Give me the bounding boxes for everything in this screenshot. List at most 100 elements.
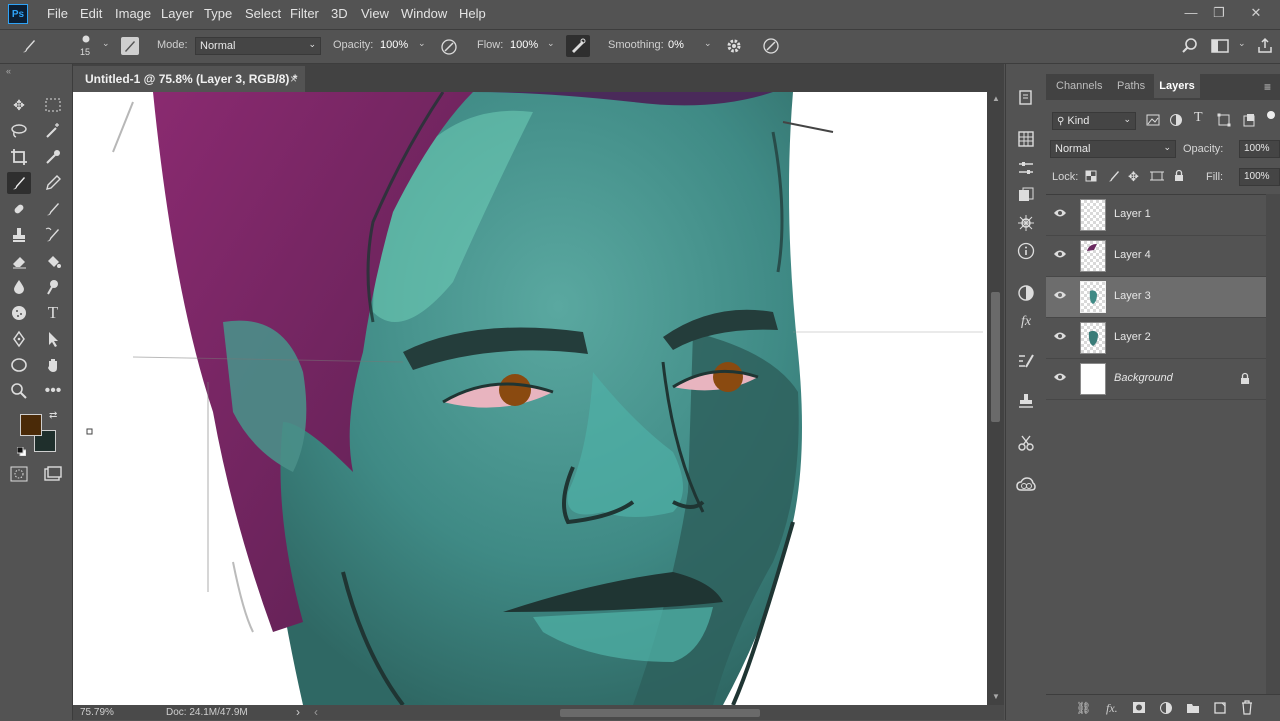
- flow-value[interactable]: 100%: [510, 39, 538, 51]
- filter-type-icon[interactable]: T: [1194, 110, 1203, 126]
- document-tab[interactable]: Untitled-1 @ 75.8% (Layer 3, RGB/8) * ×: [73, 66, 305, 92]
- zoom-tool-icon[interactable]: [7, 380, 31, 402]
- link-layers-icon[interactable]: ⛓: [1076, 701, 1091, 715]
- zoom-level[interactable]: 75.79%: [80, 707, 114, 718]
- chevron-down-icon[interactable]: ⌄: [704, 38, 712, 49]
- opacity-value[interactable]: 100%: [380, 39, 408, 51]
- menu-file[interactable]: File: [47, 6, 68, 21]
- brush-settings-icon[interactable]: [1016, 352, 1036, 372]
- visibility-eye-icon[interactable]: [1052, 371, 1068, 385]
- eyedropper-tool-icon[interactable]: [41, 146, 65, 168]
- horizontal-scrollbar-thumb[interactable]: [560, 709, 760, 717]
- lock-transparent-icon[interactable]: [1085, 170, 1097, 182]
- status-menu-icon[interactable]: ›: [296, 705, 300, 719]
- history-brush-tool-icon[interactable]: [41, 224, 65, 246]
- grid-icon[interactable]: [1016, 130, 1036, 150]
- close-window-button[interactable]: ✕: [1241, 2, 1271, 24]
- history-icon[interactable]: [1016, 88, 1036, 108]
- paint-bucket-tool-icon[interactable]: [41, 250, 65, 272]
- tab-paths[interactable]: Paths: [1117, 74, 1145, 98]
- brush-settings-panel-icon[interactable]: [121, 37, 139, 55]
- more-tools-icon[interactable]: •••: [41, 380, 65, 402]
- filter-toggle-icon[interactable]: [1267, 111, 1275, 119]
- minimize-button[interactable]: —: [1176, 2, 1206, 24]
- pressure-opacity-icon[interactable]: [440, 38, 458, 60]
- healing-brush-tool-icon[interactable]: [7, 198, 31, 220]
- lock-all-icon[interactable]: [1173, 169, 1185, 182]
- layer-row-layer-1[interactable]: Layer 1: [1046, 195, 1266, 236]
- move-tool-icon[interactable]: ✥: [7, 94, 31, 116]
- tool-presets-icon[interactable]: [1016, 434, 1036, 454]
- quick-mask-icon[interactable]: [7, 463, 31, 485]
- brush-tool-icon[interactable]: [7, 172, 31, 194]
- layer-row-layer-3[interactable]: Layer 3: [1046, 277, 1266, 318]
- scroll-down-icon[interactable]: ▼: [992, 692, 1000, 701]
- fx-styles-icon[interactable]: fx: [1016, 312, 1036, 332]
- visibility-eye-icon[interactable]: [1052, 330, 1068, 344]
- swap-colors-icon[interactable]: ⇄: [49, 410, 57, 421]
- chevron-down-icon[interactable]: ⌄: [102, 38, 110, 49]
- layer-row-background[interactable]: Background: [1046, 359, 1266, 400]
- menu-select[interactable]: Select: [245, 6, 281, 21]
- scroll-left-icon[interactable]: ‹: [314, 705, 318, 719]
- close-tab-button[interactable]: ×: [290, 66, 297, 92]
- hand-tool-icon[interactable]: [41, 354, 65, 376]
- magic-wand-tool-icon[interactable]: [41, 120, 65, 142]
- ellipse-tool-icon[interactable]: [7, 354, 31, 376]
- blend-mode-select[interactable]: Normal ⌄: [1050, 140, 1176, 158]
- default-colors-icon[interactable]: [16, 445, 27, 457]
- foreground-color-swatch[interactable]: [20, 414, 42, 436]
- canvas[interactable]: [73, 92, 987, 705]
- new-group-icon[interactable]: [1186, 701, 1200, 714]
- clone-source-icon[interactable]: [1016, 392, 1036, 412]
- tab-layers[interactable]: Layers: [1154, 74, 1200, 98]
- menu-help[interactable]: Help: [459, 6, 486, 21]
- menu-window[interactable]: Window: [401, 6, 447, 21]
- menu-type[interactable]: Type: [204, 6, 232, 21]
- smoothing-value[interactable]: 0%: [668, 39, 684, 51]
- lock-artboard-icon[interactable]: [1150, 170, 1164, 182]
- menu-layer[interactable]: Layer: [161, 6, 194, 21]
- scroll-up-icon[interactable]: ▲: [992, 94, 1000, 103]
- delete-layer-icon[interactable]: [1240, 700, 1254, 715]
- info-icon[interactable]: [1016, 242, 1036, 262]
- visibility-eye-icon[interactable]: [1052, 207, 1068, 221]
- panel-menu-icon[interactable]: ≡: [1264, 80, 1271, 94]
- add-mask-icon[interactable]: [1132, 701, 1146, 714]
- new-layer-icon[interactable]: [1213, 701, 1227, 715]
- layer-row-layer-2[interactable]: Layer 2: [1046, 318, 1266, 359]
- filter-adjustment-icon[interactable]: [1169, 113, 1183, 127]
- adjustments-icon[interactable]: [1016, 284, 1036, 304]
- crop-tool-icon[interactable]: [7, 146, 31, 168]
- share-icon[interactable]: [1256, 37, 1274, 59]
- menu-image[interactable]: Image: [115, 6, 151, 21]
- screen-mode-icon[interactable]: [41, 463, 65, 485]
- restore-button[interactable]: ❐: [1204, 2, 1234, 24]
- brush-tool-icon[interactable]: [18, 37, 40, 59]
- type-tool-icon[interactable]: T: [41, 302, 65, 324]
- gear-icon[interactable]: [725, 37, 743, 59]
- marquee-tool-icon[interactable]: [41, 94, 65, 116]
- search-icon[interactable]: [1181, 37, 1199, 59]
- filter-kind-select[interactable]: ⚲ Kind ⌄: [1052, 112, 1136, 130]
- filter-shape-icon[interactable]: [1217, 113, 1231, 127]
- lock-position-icon[interactable]: ✥: [1128, 169, 1139, 185]
- menu-3d[interactable]: 3D: [331, 6, 348, 21]
- chevron-down-icon[interactable]: ⌄: [1238, 38, 1246, 49]
- mode-select[interactable]: Normal ⌄: [195, 37, 321, 55]
- path-selection-tool-icon[interactable]: [41, 328, 65, 350]
- pen-tool-icon[interactable]: [7, 328, 31, 350]
- layer-opacity-field[interactable]: 100%: [1239, 140, 1280, 158]
- pressure-size-icon[interactable]: [762, 37, 780, 59]
- vertical-scrollbar[interactable]: ▲ ▼: [987, 92, 1004, 705]
- adjustments-sliders-icon[interactable]: [1016, 159, 1036, 179]
- layer-fill-field[interactable]: 100%: [1239, 168, 1280, 186]
- brush-preset-picker[interactable]: 15: [76, 33, 100, 59]
- eraser-tool-icon[interactable]: [7, 250, 31, 272]
- airbrush-icon[interactable]: [566, 35, 590, 57]
- new-adjustment-icon[interactable]: [1159, 701, 1173, 715]
- collapse-icon[interactable]: «: [6, 66, 11, 76]
- visibility-eye-icon[interactable]: [1052, 289, 1068, 303]
- tab-channels[interactable]: Channels: [1056, 74, 1102, 98]
- lasso-tool-icon[interactable]: [7, 120, 31, 142]
